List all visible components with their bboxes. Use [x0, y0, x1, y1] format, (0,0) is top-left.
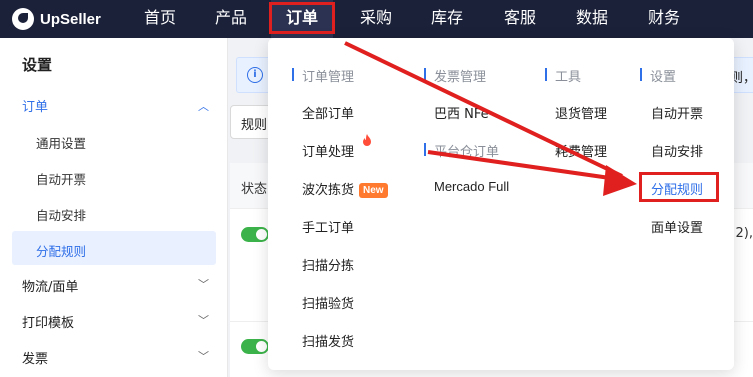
sidebar-group-orders[interactable]: 订单: [22, 96, 48, 115]
logo-icon: [12, 8, 34, 30]
menu-section-order-management: 订单管理: [292, 66, 354, 85]
sidebar-item-assign-rules[interactable]: 分配规则: [36, 241, 86, 260]
nav-purchase[interactable]: 采购: [360, 0, 392, 38]
sidebar-title: 设置: [22, 56, 53, 74]
sidebar-item-auto-invoice[interactable]: 自动开票: [36, 169, 86, 188]
column-status: 状态: [241, 182, 268, 197]
settings-sidebar: 设置 订单 ︿ 通用设置 自动开票 自动安排 分配规则 物流/面单 ﹀ 打印模板…: [0, 38, 228, 377]
status-toggle[interactable]: [241, 227, 269, 242]
menu-item-label: 波次拣货: [302, 183, 355, 198]
flame-icon: [363, 134, 371, 146]
new-badge: New: [359, 183, 388, 198]
logo[interactable]: UpSeller: [12, 8, 101, 30]
status-toggle[interactable]: [241, 339, 269, 354]
menu-item-returns[interactable]: 退货管理: [555, 103, 607, 122]
nav-inventory[interactable]: 库存: [431, 0, 463, 38]
sidebar-item-auto-arrange[interactable]: 自动安排: [36, 205, 86, 224]
menu-section-tools: 工具: [545, 66, 581, 85]
menu-section-platform-warehouse: 平台仓订单: [424, 141, 499, 160]
chevron-down-icon[interactable]: ﹀: [198, 312, 209, 328]
nav-home[interactable]: 首页: [144, 0, 176, 38]
chevron-down-icon[interactable]: ﹀: [198, 276, 209, 292]
nav-finance[interactable]: 财务: [648, 0, 680, 38]
logo-text: UpSeller: [40, 10, 101, 28]
highlight-box-assign-rules: [639, 172, 719, 202]
menu-item-all-orders[interactable]: 全部订单: [302, 103, 354, 122]
top-nav-bar: UpSeller 首页 产品 订单 采购 库存 客服 数据 财务: [0, 0, 753, 38]
menu-item-label: 订单处理: [302, 145, 355, 160]
info-icon: i: [247, 67, 263, 83]
menu-item-mercado-full[interactable]: Mercado Full: [434, 179, 509, 194]
menu-item-scan-ship[interactable]: 扫描发货: [302, 331, 354, 350]
menu-item-scan-sort[interactable]: 扫描分拣: [302, 255, 354, 274]
nav-data[interactable]: 数据: [576, 0, 608, 38]
menu-item-wave-picking[interactable]: 波次拣货 New: [302, 179, 388, 198]
orders-dropdown-menu: 订单管理 全部订单 订单处理 波次拣货 New 手工订单 扫描分拣 扫描验货 扫描…: [268, 38, 734, 370]
sidebar-group-invoice[interactable]: 发票: [22, 348, 48, 367]
menu-item-cost-management[interactable]: 耗费管理: [555, 141, 607, 160]
menu-section-settings: 设置: [640, 66, 676, 85]
menu-item-auto-arrange[interactable]: 自动安排: [651, 141, 703, 160]
nav-customer-service[interactable]: 客服: [504, 0, 536, 38]
menu-item-auto-invoice[interactable]: 自动开票: [651, 103, 703, 122]
highlight-box-orders: [269, 2, 335, 34]
menu-item-brazil-nfe[interactable]: 巴西 NFe: [434, 103, 489, 122]
menu-item-label-settings[interactable]: 面单设置: [651, 217, 703, 236]
sidebar-group-print-templates[interactable]: 打印模板: [22, 312, 74, 331]
chevron-up-icon[interactable]: ︿: [198, 98, 209, 114]
sidebar-group-logistics[interactable]: 物流/面单: [22, 276, 78, 295]
menu-item-manual-order[interactable]: 手工订单: [302, 217, 354, 236]
nav-products[interactable]: 产品: [215, 0, 247, 38]
menu-section-invoice-management: 发票管理: [424, 66, 486, 85]
chevron-down-icon[interactable]: ﹀: [198, 348, 209, 364]
sidebar-item-general[interactable]: 通用设置: [36, 133, 86, 152]
menu-item-scan-inspect[interactable]: 扫描验货: [302, 293, 354, 312]
menu-item-order-processing[interactable]: 订单处理: [302, 141, 354, 160]
row-text-tail: 2),: [735, 226, 753, 241]
